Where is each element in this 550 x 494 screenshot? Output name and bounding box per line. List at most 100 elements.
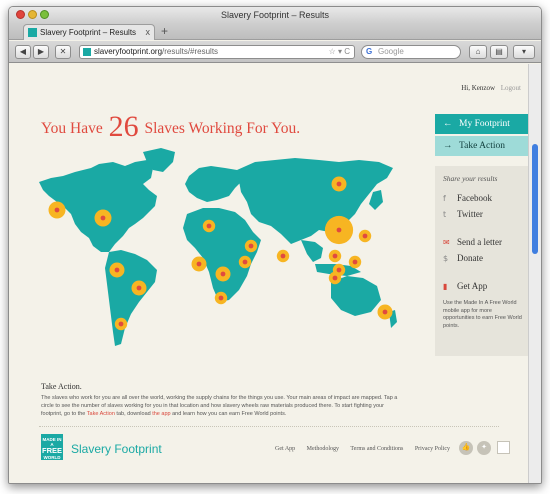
impact-marker-dot xyxy=(336,227,342,233)
send-letter-link[interactable]: ✉ Send a letter xyxy=(443,234,523,250)
title-bar: Slavery Footprint – Results xyxy=(9,7,541,23)
donate-link[interactable]: $ Donate xyxy=(443,250,523,266)
vertical-scrollbar[interactable] xyxy=(528,64,541,483)
page-title: You Have 26 Slaves Working For You. xyxy=(41,110,300,144)
search-placeholder: Google xyxy=(378,47,404,56)
stop-button[interactable]: ✕ xyxy=(55,45,71,59)
bookmarks-button[interactable]: ▤ xyxy=(490,45,508,59)
phone-icon: ▮ xyxy=(443,282,448,291)
zoom-window-button[interactable] xyxy=(40,10,49,19)
letter-icon: ✉ xyxy=(443,238,450,247)
address-bar[interactable]: slaveryfootprint.org/results/#results ☆ … xyxy=(79,45,355,59)
back-button[interactable]: ◀ xyxy=(15,45,31,59)
my-footprint-button[interactable]: ← My Footprint xyxy=(435,114,529,134)
take-action-heading: Take Action. xyxy=(41,382,82,391)
footer-link-methodology[interactable]: Methodology xyxy=(307,446,339,452)
home-button[interactable]: ⌂ xyxy=(469,45,487,59)
facebook-label: Facebook xyxy=(457,193,492,203)
headline-prefix: You Have xyxy=(41,120,103,137)
share-panel: Share your results f Facebook t Twitter ✉ S… xyxy=(435,166,529,356)
twitter-share-link[interactable]: t Twitter xyxy=(443,206,523,222)
back-arrow-icon: ← xyxy=(443,119,453,129)
favicon-icon xyxy=(28,28,37,37)
get-app-label: Get App xyxy=(457,281,488,291)
landmass-japan xyxy=(369,190,383,210)
impact-marker-dot xyxy=(114,267,120,273)
impact-marker-dot xyxy=(100,215,106,221)
tab-results[interactable]: Slavery Footprint – Results x xyxy=(23,24,155,40)
forward-button[interactable]: ▶ xyxy=(33,45,49,59)
impact-marker-dot xyxy=(352,259,358,265)
impact-marker-dot xyxy=(136,285,142,291)
get-app-link[interactable]: ▮ Get App xyxy=(443,278,523,294)
share-checkbox[interactable] xyxy=(497,441,510,454)
forward-arrow-icon: → xyxy=(443,141,453,151)
brand-name[interactable]: Slavery Footprint xyxy=(71,442,162,456)
sidebar: ← My Footprint → Take Action Share your re… xyxy=(435,114,529,356)
impact-marker-dot xyxy=(206,223,212,229)
page-content: Hi, Kenzow Logout You Have 26 Slaves Wor… xyxy=(9,64,529,483)
share-title: Share your results xyxy=(443,174,498,183)
impact-marker-dot xyxy=(242,259,248,265)
my-footprint-label: My Footprint xyxy=(459,119,510,129)
facebook-share-link[interactable]: f Facebook xyxy=(443,190,523,206)
dollar-icon: $ xyxy=(443,254,449,263)
landmass-southeast-asia xyxy=(301,240,323,262)
like-icon[interactable]: 👍 xyxy=(459,441,473,455)
take-action-button[interactable]: → Take Action xyxy=(435,136,529,156)
minimize-window-button[interactable] xyxy=(28,10,37,19)
take-action-description: The slaves who work for you are all over… xyxy=(41,394,405,418)
google-icon: G xyxy=(366,47,373,56)
impact-marker-dot xyxy=(336,267,342,273)
the-app-inline-link[interactable]: the app xyxy=(152,411,170,417)
world-map xyxy=(39,148,397,346)
landmass-africa xyxy=(183,208,261,302)
new-tab-button[interactable]: + xyxy=(161,24,168,39)
impact-marker-dot xyxy=(280,253,286,259)
donate-label: Donate xyxy=(457,253,483,263)
slave-count: 26 xyxy=(108,110,139,143)
footer-link-get-app[interactable]: Get App xyxy=(275,446,295,452)
window-title: Slavery Footprint – Results xyxy=(220,10,330,20)
menu-button[interactable]: ▾ xyxy=(513,45,535,59)
greeting-text: Hi, Kenzow xyxy=(461,84,496,92)
impact-marker-dot xyxy=(362,233,368,239)
facebook-icon: f xyxy=(443,194,446,203)
url-path: /results/#results xyxy=(162,47,219,56)
footer-link-privacy[interactable]: Privacy Policy xyxy=(415,446,450,452)
landmass-asia xyxy=(237,158,393,244)
impact-marker-dot xyxy=(118,321,124,327)
footer-divider xyxy=(39,426,499,427)
search-input[interactable]: G Google xyxy=(361,45,461,59)
logo-bottom-text: WORLD xyxy=(43,455,61,460)
tab-label: Slavery Footprint – Results xyxy=(40,28,137,37)
twitter-bird-icon[interactable]: ✦ xyxy=(477,441,491,455)
impact-marker-dot xyxy=(332,275,338,281)
logo-big-text: FREE xyxy=(41,446,62,455)
made-in-a-free-world-logo[interactable]: MADE IN A FREE WORLD xyxy=(41,434,63,460)
twitter-icon: t xyxy=(443,210,447,219)
twitter-label: Twitter xyxy=(457,209,483,219)
take-action-inline-link[interactable]: Take Action xyxy=(87,411,115,417)
tab-bar: Slavery Footprint – Results x + xyxy=(9,23,541,40)
url-domain: slaveryfootprint.org xyxy=(94,47,163,56)
impact-marker-dot xyxy=(220,271,226,277)
impact-marker-dot xyxy=(382,309,388,315)
logout-link[interactable]: Logout xyxy=(501,84,521,92)
close-window-button[interactable] xyxy=(16,10,25,19)
send-letter-label: Send a letter xyxy=(457,237,502,247)
app-description: Use the Made In A Free World mobile app … xyxy=(443,300,522,329)
scrollbar-thumb[interactable] xyxy=(532,144,538,254)
impact-marker-dot xyxy=(218,295,224,301)
take-action-text-3: and learn how you can earn Free World po… xyxy=(170,411,287,417)
headline-suffix: Slaves Working For You. xyxy=(144,120,301,137)
tab-close-icon[interactable]: x xyxy=(146,25,151,40)
user-greeting: Hi, Kenzow Logout xyxy=(461,84,521,92)
continents xyxy=(39,148,397,346)
impact-marker-dot xyxy=(54,207,60,213)
footer-nav: Get App Methodology Terms and Conditions… xyxy=(275,446,460,452)
site-favicon-icon xyxy=(83,48,91,56)
bookmark-star-icon[interactable]: ☆ ▾ C xyxy=(329,46,350,58)
footer-link-terms[interactable]: Terms and Conditions xyxy=(350,446,403,452)
take-action-text-2: tab, download xyxy=(114,411,153,417)
